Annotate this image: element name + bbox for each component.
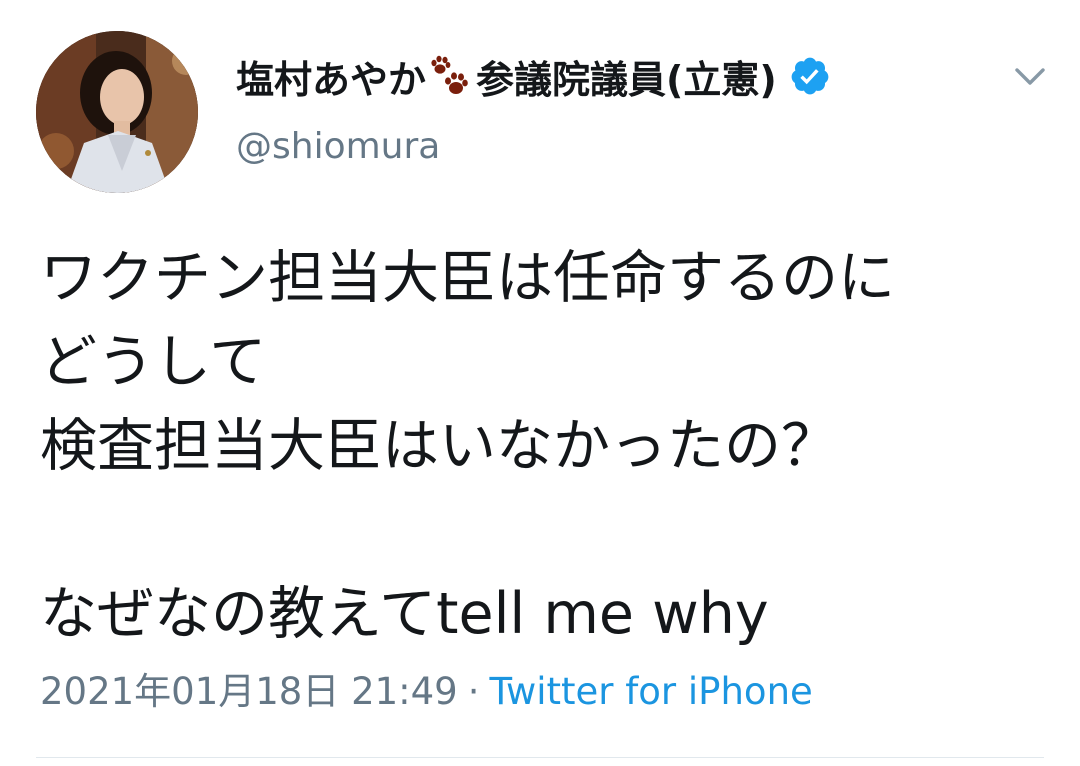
tweet-card: 塩村あやか 参議院議員(立憲) @shiomura ワクチン担当大臣は任命するの…: [0, 0, 1080, 766]
timestamp[interactable]: 2021年01月18日 21:49: [40, 670, 458, 713]
source-link[interactable]: Twitter for iPhone: [489, 670, 812, 713]
display-name-row[interactable]: 塩村あやか 参議院議員(立憲): [236, 48, 831, 104]
avatar[interactable]: [36, 31, 198, 193]
user-handle[interactable]: @shiomura: [236, 126, 440, 167]
divider: [36, 757, 1044, 758]
tweet-meta: 2021年01月18日 21:49 · Twitter for iPhone: [40, 664, 813, 720]
display-name-suffix: 参議院議員(立憲): [476, 57, 777, 102]
paw-prints-icon: [431, 55, 468, 94]
tweet-text: ワクチン担当大臣は任命するのに どうして 検査担当大臣はいなかったの？ なぜなの…: [40, 245, 895, 647]
verified-badge-icon: [791, 57, 829, 95]
display-name-prefix: 塩村あやか: [236, 57, 427, 102]
meta-separator: ·: [467, 670, 480, 713]
chevron-down-icon[interactable]: [1010, 56, 1050, 96]
